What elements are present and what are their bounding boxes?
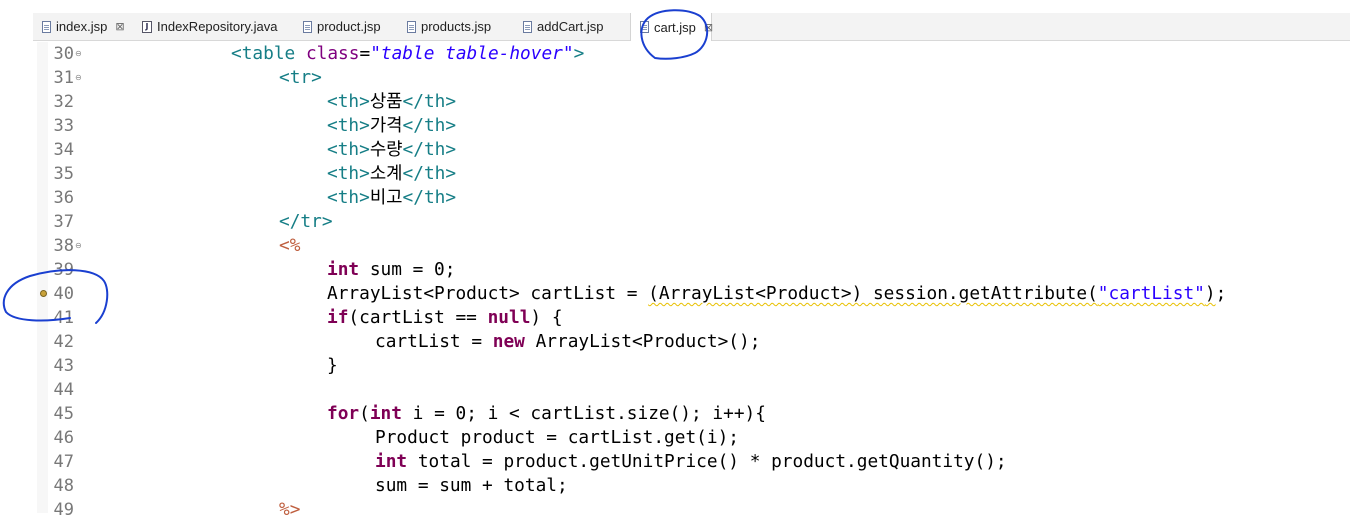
line-circle-annotation xyxy=(2,269,109,324)
handwritten-annotations xyxy=(2,9,709,324)
tab-circle-annotation xyxy=(640,9,709,60)
